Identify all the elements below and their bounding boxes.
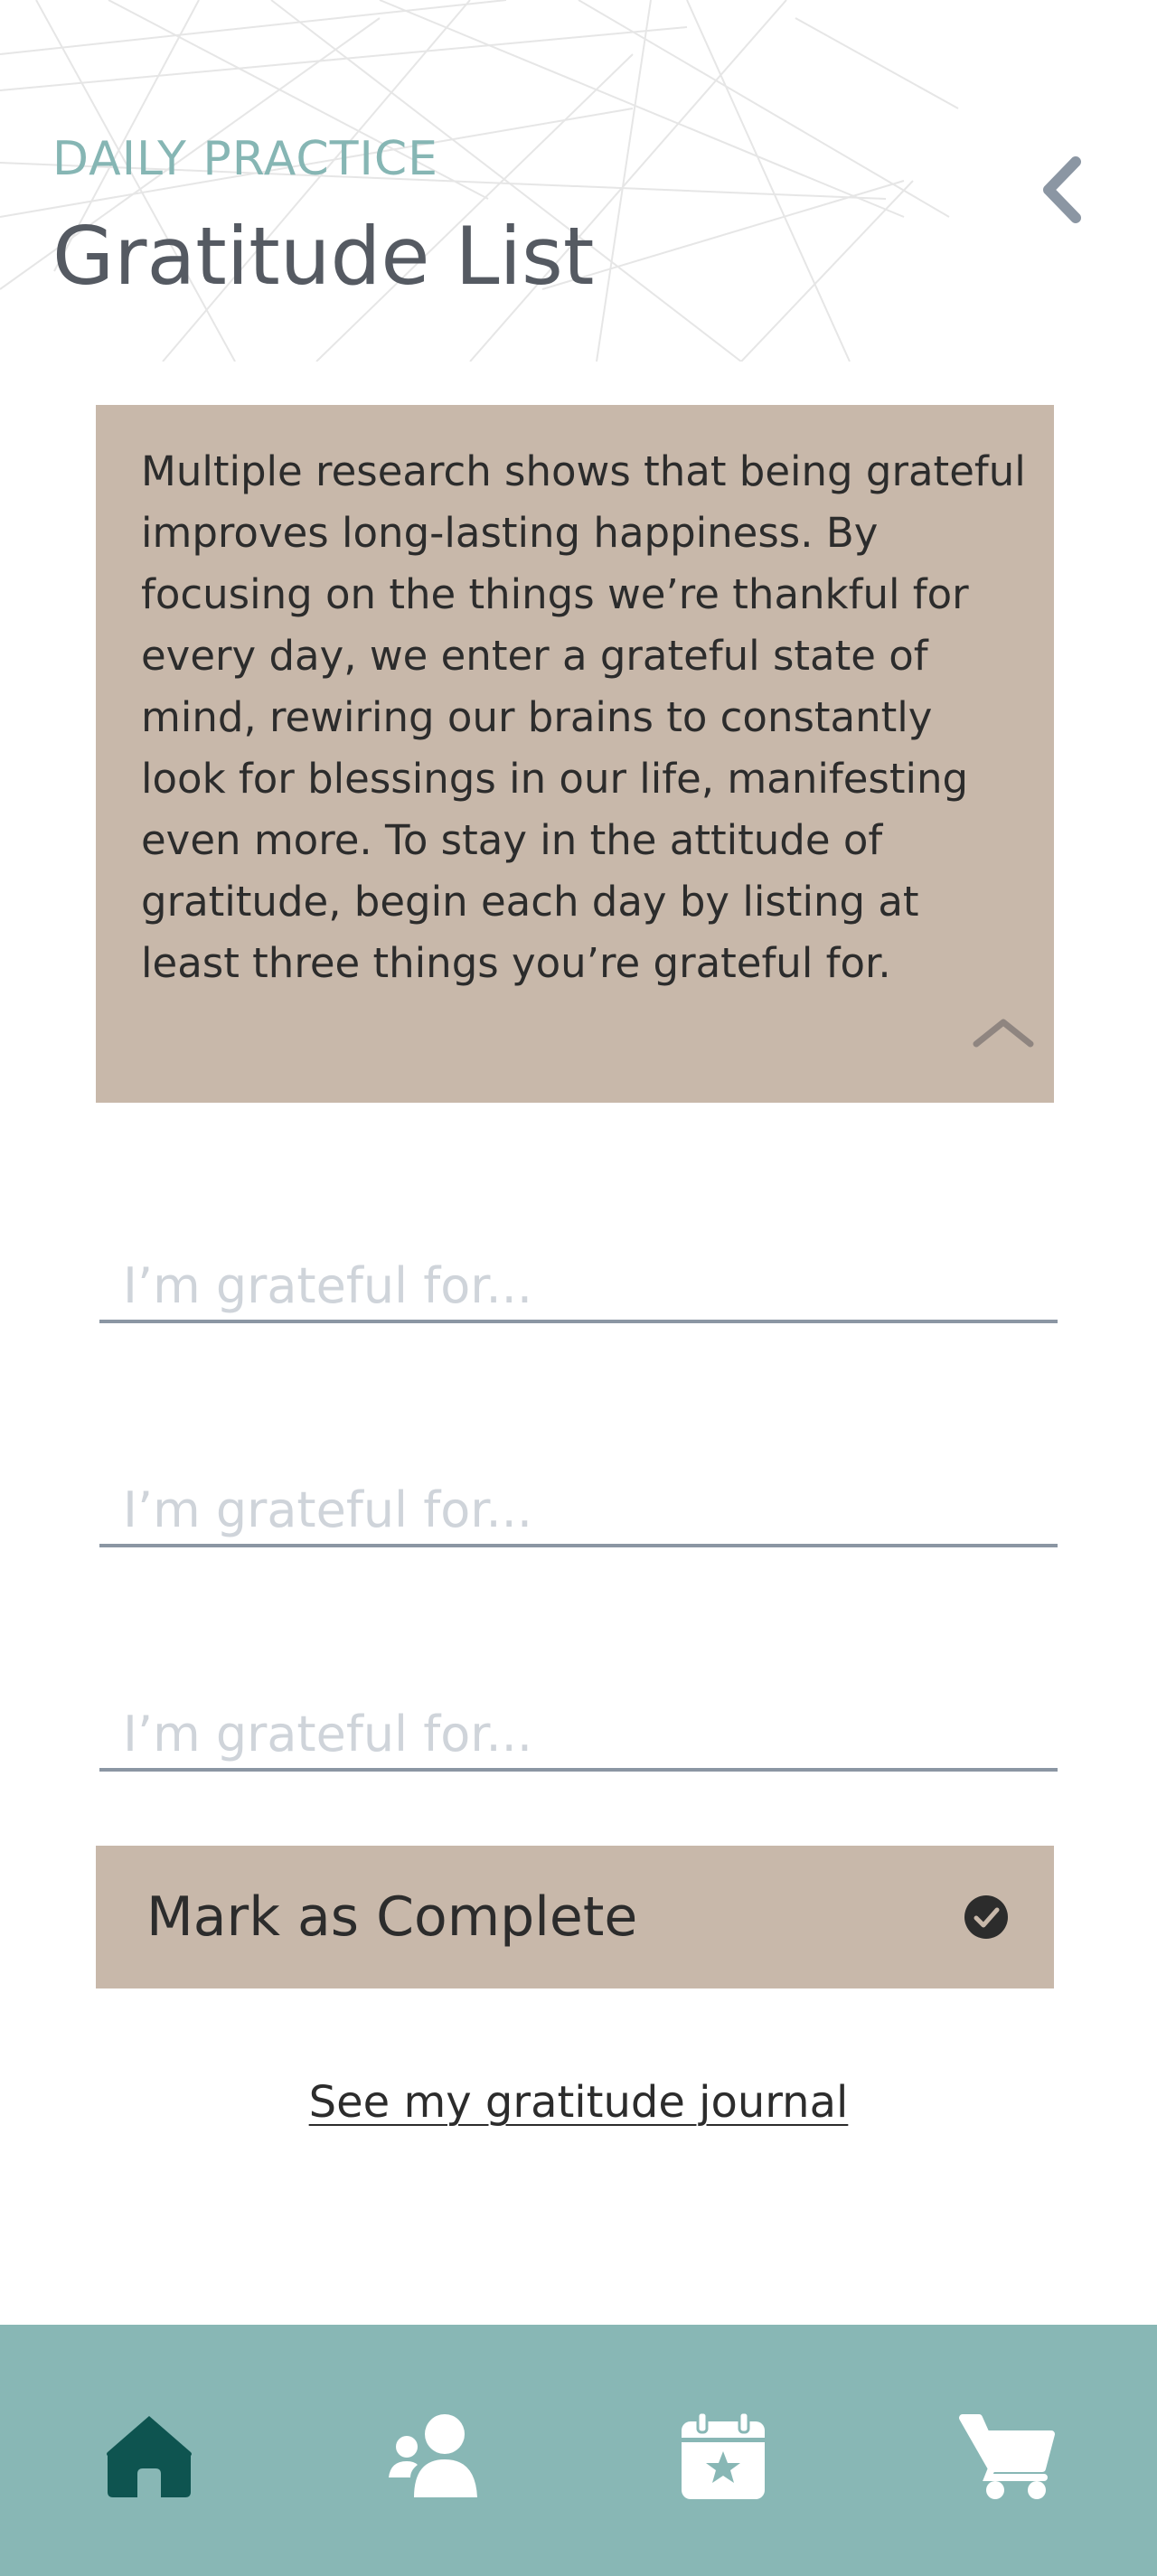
chevron-up-icon: [973, 1019, 1034, 1048]
gratitude-field-1[interactable]: [99, 1251, 1058, 1323]
mark-complete-button[interactable]: Mark as Complete: [96, 1846, 1054, 1988]
gratitude-field-3[interactable]: [99, 1699, 1058, 1772]
nav-community[interactable]: [384, 2406, 484, 2505]
nav-calendar[interactable]: [673, 2406, 773, 2505]
page-eyebrow: DAILY PRACTICE: [52, 132, 439, 186]
gratitude-field-2[interactable]: [99, 1475, 1058, 1547]
collapse-button[interactable]: [969, 1014, 1038, 1050]
community-icon: [389, 2414, 477, 2497]
nav-home[interactable]: [99, 2406, 199, 2505]
info-card: Multiple research shows that being grate…: [96, 405, 1054, 1103]
nav-cart[interactable]: [958, 2406, 1058, 2505]
check-circle-icon: [964, 1895, 1008, 1939]
chevron-left-icon: [1043, 156, 1081, 223]
gratitude-journal-link[interactable]: See my gratitude journal: [309, 2077, 849, 2128]
info-text: Multiple research shows that being grate…: [141, 447, 1026, 987]
home-icon: [107, 2416, 192, 2497]
cart-icon: [959, 2414, 1055, 2499]
back-button[interactable]: [1030, 154, 1094, 226]
mark-complete-label: Mark as Complete: [146, 1885, 638, 1949]
bottom-nav: [0, 2325, 1157, 2576]
journal-link-container: See my gratitude journal: [0, 2075, 1157, 2129]
page-title: Gratitude List: [52, 210, 595, 303]
calendar-star-icon: [682, 2411, 765, 2499]
